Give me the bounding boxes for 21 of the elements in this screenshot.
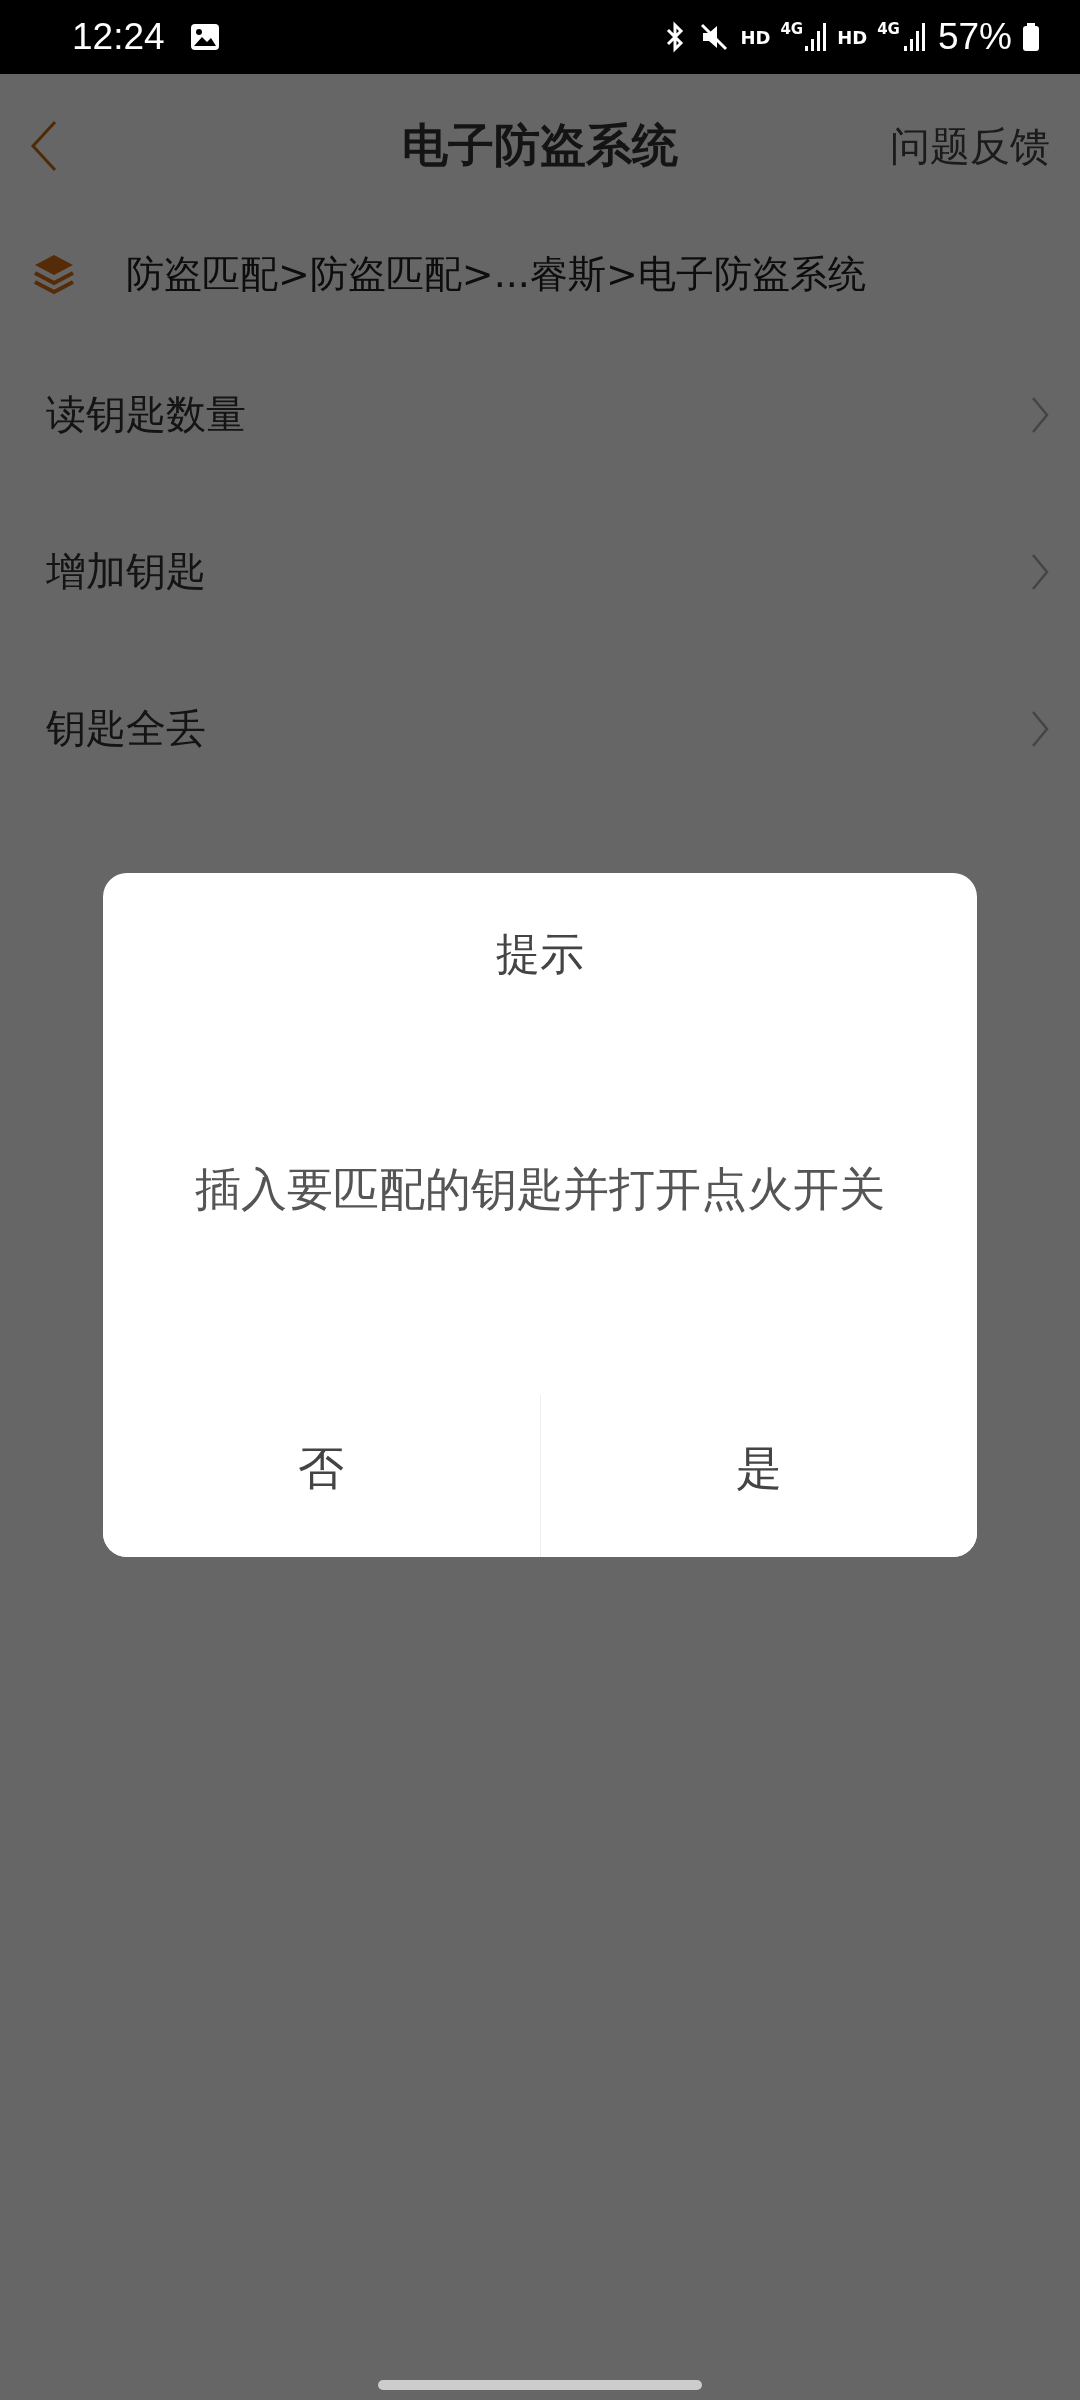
network-label: 4G (780, 20, 804, 38)
breadcrumb: 防盗匹配>防盗匹配>...睿斯>电子防盗系统 (126, 250, 866, 298)
network-label: 4G (877, 20, 900, 38)
battery-icon (1022, 22, 1040, 52)
network-label: HD (837, 26, 868, 48)
feedback-link[interactable]: 问题反馈 (890, 118, 1050, 174)
menu-item[interactable]: 读钥匙数量 (0, 338, 1080, 491)
menu-item[interactable]: 增加钥匙 (0, 495, 1080, 648)
dialog-button[interactable]: 是 (539, 1395, 977, 1557)
layers-icon (32, 252, 76, 296)
clock: 12:24 (72, 16, 165, 58)
signal-icon (805, 22, 828, 52)
page-title: 电子防盗系统 (402, 117, 678, 174)
signal-icon (901, 22, 928, 52)
dialog-title: 提示 (496, 927, 584, 981)
image-icon (188, 21, 221, 53)
back-icon[interactable] (30, 120, 58, 172)
network-label: HD (740, 26, 771, 48)
battery-percent: 57% (937, 16, 1012, 58)
dialog-message: 插入要匹配的钥匙并打开点火开关 (194, 1160, 886, 1218)
menu-item[interactable]: 钥匙全丢 (0, 652, 1080, 805)
